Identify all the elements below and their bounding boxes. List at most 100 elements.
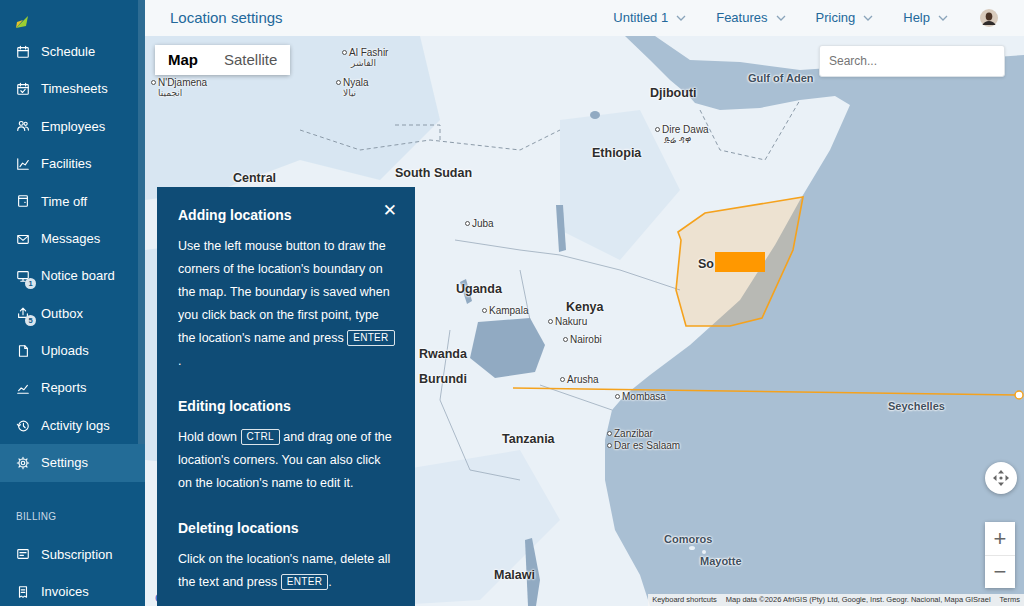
sidebar-item[interactable]: Activity logs xyxy=(0,407,145,444)
chevron-down-icon xyxy=(776,15,786,21)
sidebar-item[interactable]: Settings xyxy=(0,444,145,481)
avatar-icon[interactable] xyxy=(980,9,998,27)
sidebar-item[interactable]: Employees xyxy=(0,108,145,145)
map[interactable]: Al FashirالفاشرNyalaنيالاN'Djamenaانجمين… xyxy=(145,36,1024,606)
zoom-in-button[interactable]: + xyxy=(985,522,1015,555)
map-label: Burundi xyxy=(419,372,467,386)
chevron-down-icon xyxy=(676,15,686,21)
logo-icon[interactable] xyxy=(0,0,145,33)
timesheet-icon xyxy=(16,82,30,96)
sidebar-item[interactable]: Reports xyxy=(0,370,145,407)
key-cap: ENTER xyxy=(281,574,328,590)
facility-icon xyxy=(16,157,30,171)
map-label: Juba xyxy=(472,218,494,230)
place-name: Comoros xyxy=(664,533,712,545)
help-text-run: . xyxy=(328,575,331,589)
place-name: Al Fashir xyxy=(349,47,388,58)
sidebar-label: Invoices xyxy=(41,582,89,602)
sidebar-item[interactable]: Messages xyxy=(0,220,145,257)
sidebar-scrollbar[interactable] xyxy=(138,0,145,455)
map-label: Djibouti xyxy=(650,86,697,100)
sidebar-item[interactable]: 5Outbox xyxy=(0,295,145,332)
help-section: Editing locationsHold down CTRL and drag… xyxy=(178,398,395,495)
sidebar-item[interactable]: Invoices xyxy=(0,573,145,606)
map-label: Seychelles xyxy=(888,400,945,413)
chevron-down-icon xyxy=(938,15,948,21)
key-cap: ENTER xyxy=(347,330,394,346)
page-title: Location settings xyxy=(170,7,283,30)
map-label: نيالا xyxy=(343,88,356,98)
chart-icon xyxy=(16,381,30,395)
map-label: Arusha xyxy=(567,374,599,386)
gear-icon xyxy=(16,456,30,470)
sidebar-label: Outbox xyxy=(41,304,83,324)
map-type-button[interactable]: Map xyxy=(155,45,211,75)
map-label: Uganda xyxy=(456,282,502,296)
search-input[interactable] xyxy=(819,45,1005,77)
menu-label: Untitled 1 xyxy=(613,8,668,28)
help-title: Adding locations xyxy=(178,207,395,224)
sidebar-item[interactable]: Subscription xyxy=(0,536,145,573)
place-name: Arusha xyxy=(567,374,599,385)
notice-icon: 1 xyxy=(16,269,30,283)
help-panel: ✕Adding locationsUse the left mouse butt… xyxy=(157,187,415,606)
top-bar: Location settings Untitled 1 Features Pric… xyxy=(145,0,1024,36)
sidebar-label: Facilities xyxy=(41,154,92,174)
map-label: N'Djamena xyxy=(158,77,207,89)
history-icon xyxy=(16,419,30,433)
place-name: Dire Dawa xyxy=(662,124,709,135)
place-name: Kenya xyxy=(566,300,604,314)
count-badge: 1 xyxy=(25,278,36,289)
top-menu-item[interactable]: Pricing xyxy=(816,8,874,28)
attribution-link[interactable]: Map data ©2026 AfriGIS (Pty) Ltd, Google… xyxy=(726,595,991,605)
map-label: الفاشر xyxy=(351,58,376,68)
sidebar-item[interactable]: Uploads xyxy=(0,332,145,369)
zoom-control: + − xyxy=(985,522,1015,588)
place-name: Uganda xyxy=(456,282,502,296)
sidebar-item[interactable]: 1 Notice board xyxy=(0,257,145,294)
place-name: Ethiopia xyxy=(592,146,641,160)
close-button[interactable]: ✕ xyxy=(379,200,401,221)
file-icon xyxy=(16,344,30,358)
sidebar-label: Notice board xyxy=(41,266,115,286)
place-name: Seychelles xyxy=(888,400,945,412)
top-menu-item[interactable]: Help xyxy=(903,8,948,28)
top-menu-item[interactable]: Features xyxy=(716,8,785,28)
map-label: Dire Dawa xyxy=(662,124,709,136)
sidebar-label: Settings xyxy=(41,453,88,473)
attribution-link[interactable]: Terms xyxy=(1000,595,1020,605)
attribution-link[interactable]: Keyboard shortcuts xyxy=(652,595,717,605)
zoom-out-button[interactable]: − xyxy=(985,555,1015,588)
top-menu-item[interactable]: Untitled 1 xyxy=(613,8,686,28)
map-label: Nakuru xyxy=(555,316,587,328)
place-name: Nakuru xyxy=(555,316,587,327)
place-name: الفاشر xyxy=(351,58,376,68)
place-name: Zanzibar xyxy=(614,428,653,439)
help-title: Editing locations xyxy=(178,398,395,415)
map-label: Ethiopia xyxy=(592,146,641,160)
sidebar-menu: ScheduleTimesheetsEmployees Facilities Tim… xyxy=(0,33,145,482)
sidebar-item[interactable]: Timesheets xyxy=(0,70,145,107)
map-label: Comoros xyxy=(664,533,712,546)
pan-icon[interactable] xyxy=(985,462,1017,494)
sidebar-item[interactable]: Facilities xyxy=(0,145,145,182)
sidebar-label: Subscription xyxy=(41,545,113,565)
sidebar-label: Activity logs xyxy=(41,416,110,436)
invoice-icon xyxy=(16,585,30,599)
chevron-down-icon xyxy=(863,15,873,21)
sidebar-item[interactable]: Schedule xyxy=(0,33,145,70)
map-label: Nyala xyxy=(343,77,369,89)
map-label: Malawi xyxy=(494,568,535,582)
sidebar-label: Time off xyxy=(41,192,87,212)
place-name: Mombasa xyxy=(622,391,666,402)
map-type-button[interactable]: Satellite xyxy=(211,45,290,75)
people-icon xyxy=(16,119,30,133)
sidebar-item[interactable]: Time off xyxy=(0,183,145,220)
place-name: Gulf of Aden xyxy=(748,72,814,84)
place-name: Dar es Salaam xyxy=(614,440,680,451)
place-name: Juba xyxy=(472,218,494,229)
place-name: South Sudan xyxy=(395,166,472,180)
map-label: Kampala xyxy=(489,305,528,317)
map-label: Kenya xyxy=(566,300,604,314)
place-name: Nyala xyxy=(343,77,369,88)
